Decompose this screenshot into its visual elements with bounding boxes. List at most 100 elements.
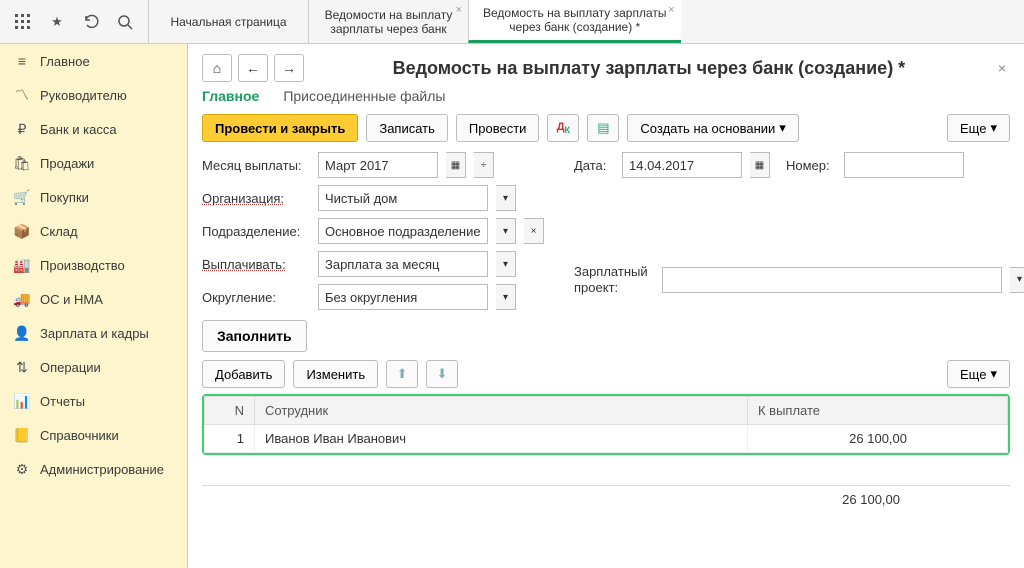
col-amount: К выплате: [748, 397, 1008, 425]
date-field[interactable]: 14.04.2017: [622, 152, 742, 178]
sidebar-item-label: Продажи: [40, 156, 94, 171]
cell-n: 1: [205, 425, 255, 453]
project-field[interactable]: [662, 267, 1002, 293]
number-label: Номер:: [786, 158, 836, 173]
ledger-button[interactable]: ДК: [547, 114, 579, 142]
table-header-row: N Сотрудник К выплате: [205, 397, 1008, 425]
employees-table: N Сотрудник К выплате 1 Иванов Иван Иван…: [202, 394, 1010, 455]
apps-icon[interactable]: [14, 13, 32, 31]
sidebar-item-label: ОС и НМА: [40, 292, 103, 307]
sidebar-item-label: Операции: [40, 360, 101, 375]
row-round: Округление: Без округления ▾: [202, 284, 544, 310]
project-dropdown[interactable]: ▾: [1010, 267, 1024, 293]
save-button[interactable]: Записать: [366, 114, 448, 142]
table-more-button[interactable]: Еще ▾: [947, 360, 1010, 388]
move-up-button[interactable]: ⬆: [386, 360, 418, 388]
fill-button[interactable]: Заполнить: [202, 320, 307, 352]
forward-button[interactable]: →: [274, 54, 304, 82]
create-based-button[interactable]: Создать на основании ▾: [627, 114, 798, 142]
subtab-main[interactable]: Главное: [202, 88, 259, 104]
sidebar-item-production[interactable]: 🏭Производство: [0, 248, 187, 282]
pay-field[interactable]: Зарплата за месяц: [318, 251, 488, 277]
cell-amount: 26 100,00: [748, 425, 1008, 453]
round-dropdown[interactable]: ▾: [496, 284, 516, 310]
month-stepper[interactable]: ÷: [474, 152, 494, 178]
month-field[interactable]: Март 2017: [318, 152, 438, 178]
dept-label: Подразделение:: [202, 224, 310, 239]
tab-label: Ведомости на выплату: [323, 8, 454, 22]
row-month: Месяц выплаты: Март 2017 ▦ ÷: [202, 152, 544, 178]
ruble-icon: ₽: [14, 121, 30, 137]
document-icon: ▤: [597, 120, 609, 136]
back-button[interactable]: ←: [238, 54, 268, 82]
sidebar-item-hr[interactable]: 👤Зарплата и кадры: [0, 316, 187, 350]
close-button[interactable]: ×: [994, 56, 1010, 80]
tab-label: Ведомость на выплату зарплаты: [483, 6, 667, 20]
round-field[interactable]: Без округления: [318, 284, 488, 310]
org-dropdown[interactable]: ▾: [496, 185, 516, 211]
tab-label: Начальная страница: [163, 15, 294, 29]
sidebar-item-manager[interactable]: 〽Руководителю: [0, 78, 187, 112]
org-label: Организация:: [202, 191, 310, 206]
truck-icon: 🚚: [14, 291, 30, 307]
org-field[interactable]: Чистый дом: [318, 185, 488, 211]
sidebar-item-label: Покупки: [40, 190, 89, 205]
sidebar-item-reports[interactable]: 📊Отчеты: [0, 384, 187, 418]
move-down-button[interactable]: ⬇: [426, 360, 458, 388]
dept-clear[interactable]: ×: [524, 218, 544, 244]
round-label: Округление:: [202, 290, 310, 305]
fill-row: Заполнить: [202, 320, 1010, 352]
month-picker-button[interactable]: ▦: [446, 152, 466, 178]
top-icon-group: ★: [0, 13, 148, 31]
sidebar: ≡Главное 〽Руководителю ₽Банк и касса 🛍Пр…: [0, 44, 188, 568]
sidebar-item-operations[interactable]: ⇅ Операции: [0, 350, 187, 384]
tab-start-page[interactable]: Начальная страница: [148, 0, 308, 43]
arrow-left-icon: ←: [246, 60, 260, 76]
sidebar-item-assets[interactable]: 🚚 ОС и НМА: [0, 282, 187, 316]
number-field[interactable]: [844, 152, 964, 178]
sidebar-item-catalogs[interactable]: 📒Справочники: [0, 418, 187, 452]
close-icon[interactable]: ×: [456, 4, 462, 16]
arrow-up-icon: ⬆: [397, 366, 408, 382]
search-icon[interactable]: [116, 13, 134, 31]
tab-bar: Начальная страница Ведомости на выплату …: [148, 0, 681, 43]
history-icon[interactable]: [82, 13, 100, 31]
add-row-button[interactable]: Добавить: [202, 360, 285, 388]
top-bar: ★ Начальная страница Ведомости на выплат…: [0, 0, 1024, 44]
ops-icon: ⇅: [14, 359, 30, 375]
sidebar-item-main[interactable]: ≡Главное: [0, 44, 187, 78]
totals-row: 26 100,00: [202, 485, 1010, 513]
sidebar-item-label: Отчеты: [40, 394, 85, 409]
post-button[interactable]: Провести: [456, 114, 540, 142]
subtab-files[interactable]: Присоединенные файлы: [283, 88, 445, 104]
more-button[interactable]: Еще ▾: [947, 114, 1010, 142]
home-button[interactable]: ⌂: [202, 54, 232, 82]
sidebar-item-bank[interactable]: ₽Банк и касса: [0, 112, 187, 146]
sidebar-item-purchases[interactable]: 🛒Покупки: [0, 180, 187, 214]
sidebar-item-label: Зарплата и кадры: [40, 326, 149, 341]
dept-field[interactable]: Основное подразделение: [318, 218, 488, 244]
tab-payroll-doc[interactable]: Ведомость на выплату зарплаты через банк…: [468, 0, 681, 43]
sidebar-item-admin[interactable]: ⚙Администрирование: [0, 452, 187, 486]
row-date: Дата: 14.04.2017 ▦ Номер:: [574, 152, 1024, 178]
tab-payroll-list[interactable]: Ведомости на выплату зарплаты через банк…: [308, 0, 468, 43]
edit-row-button[interactable]: Изменить: [293, 360, 378, 388]
chevron-down-icon: ▾: [779, 120, 786, 136]
pay-label: Выплачивать:: [202, 257, 310, 272]
dept-dropdown[interactable]: ▾: [496, 218, 516, 244]
date-picker-button[interactable]: ▦: [750, 152, 770, 178]
close-icon[interactable]: ×: [668, 4, 674, 16]
post-and-close-button[interactable]: Провести и закрыть: [202, 114, 358, 142]
arrow-right-icon: →: [282, 60, 296, 76]
print-button[interactable]: ▤: [587, 114, 619, 142]
star-icon[interactable]: ★: [48, 13, 66, 31]
button-label: Создать на основании: [640, 121, 775, 136]
sidebar-item-label: Склад: [40, 224, 78, 239]
table-row[interactable]: 1 Иванов Иван Иванович 26 100,00: [205, 425, 1008, 453]
sidebar-item-warehouse[interactable]: 📦Склад: [0, 214, 187, 248]
sidebar-item-sales[interactable]: 🛍Продажи: [0, 146, 187, 180]
sidebar-item-label: Главное: [40, 54, 90, 69]
calendar-icon: ▦: [451, 160, 460, 171]
factory-icon: 🏭: [14, 257, 30, 273]
pay-dropdown[interactable]: ▾: [496, 251, 516, 277]
